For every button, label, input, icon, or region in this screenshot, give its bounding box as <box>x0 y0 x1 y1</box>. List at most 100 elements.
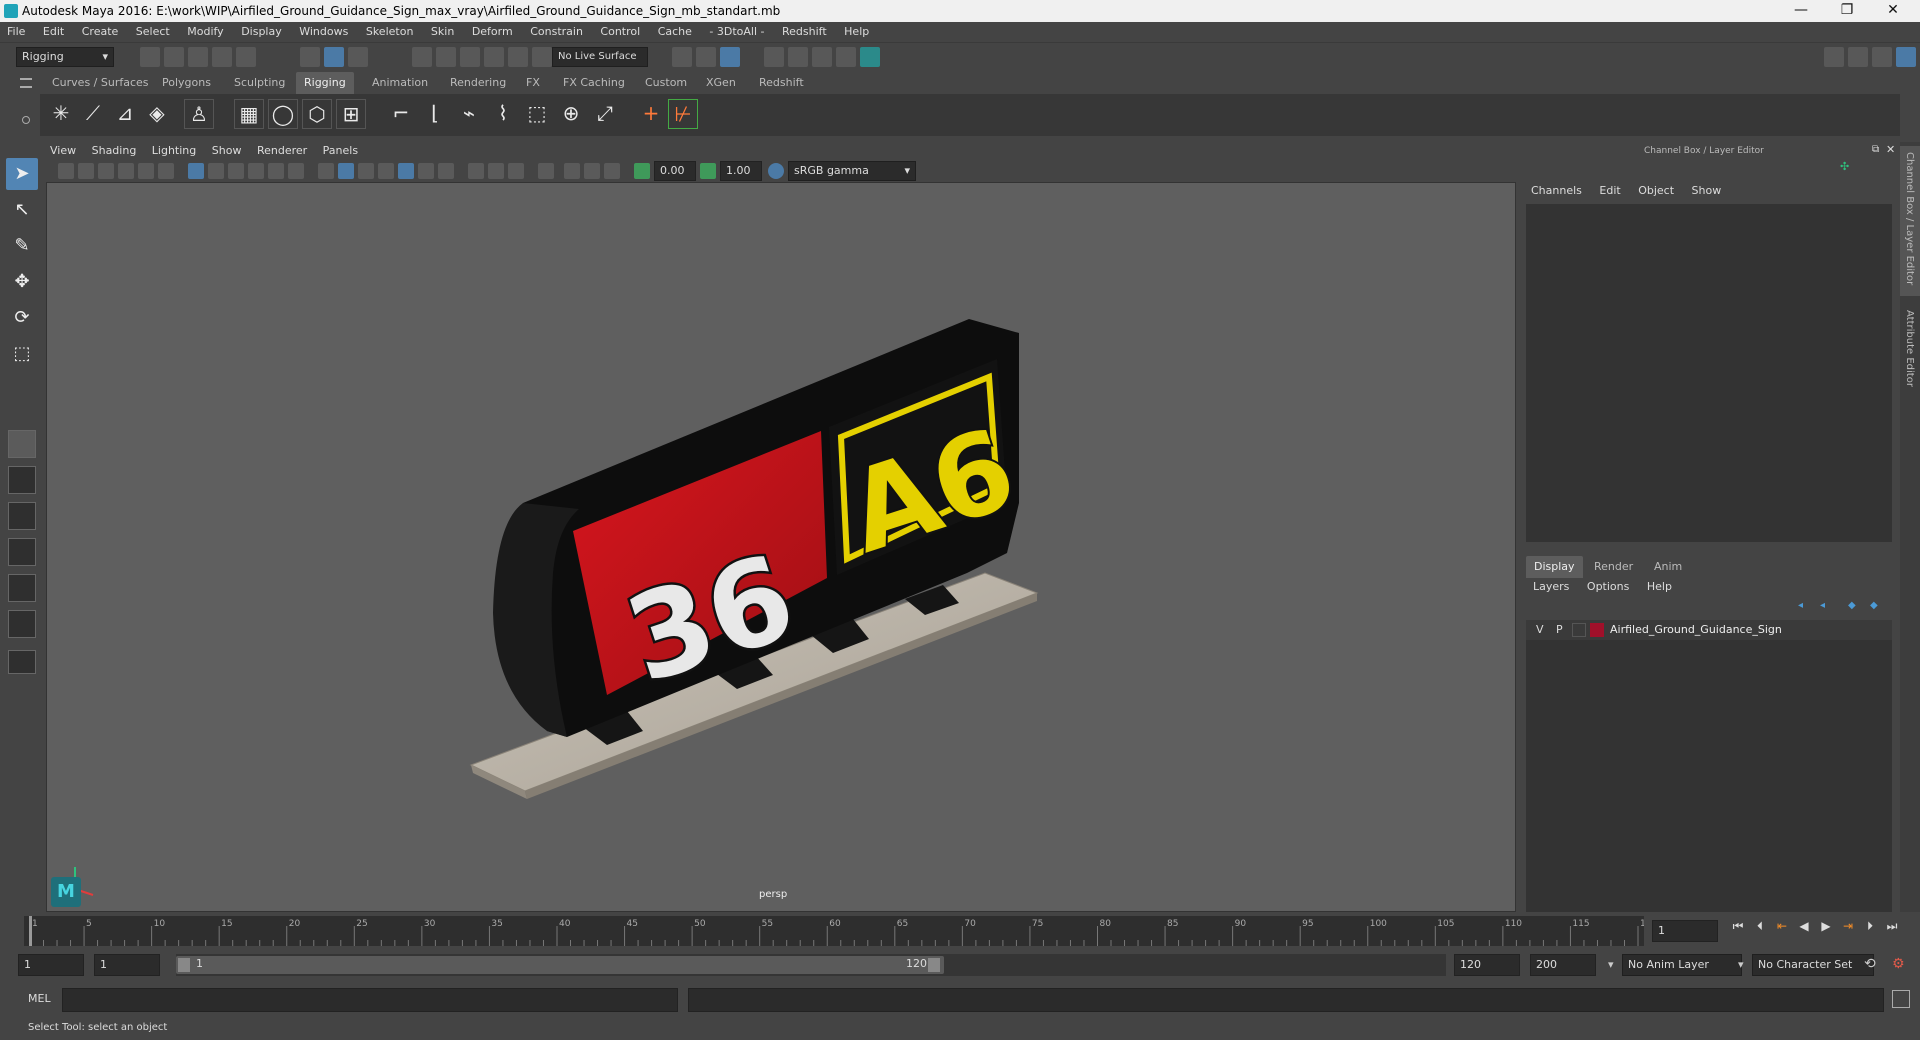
two-view-layout-icon[interactable] <box>8 502 36 530</box>
layer-color-swatch[interactable] <box>1590 623 1604 637</box>
field-chart-icon[interactable] <box>268 163 284 179</box>
grid-icon[interactable] <box>188 163 204 179</box>
tab-fx-caching[interactable]: FX Caching <box>555 72 633 94</box>
workspace-icon[interactable] <box>1824 47 1844 67</box>
resolution-gate-icon[interactable] <box>228 163 244 179</box>
menu-cache[interactable]: Cache <box>651 22 699 42</box>
gamma-field[interactable]: 1.00 <box>720 161 762 181</box>
lattice-icon[interactable]: ⬡ <box>302 99 332 129</box>
snap-surface-icon[interactable] <box>508 47 528 67</box>
tab-custom[interactable]: Custom <box>637 72 695 94</box>
move-layer-up-icon[interactable]: ◂ <box>1798 600 1812 612</box>
textured-icon[interactable] <box>378 163 394 179</box>
menu-control[interactable]: Control <box>593 22 647 42</box>
hypershade-icon[interactable] <box>860 47 880 67</box>
character-set-dropdown[interactable]: No Character Set <box>1752 954 1874 976</box>
camera-select-icon[interactable] <box>58 163 74 179</box>
side-tab-attribute-editor[interactable]: Attribute Editor <box>1900 304 1920 414</box>
menu-help[interactable]: Help <box>837 22 876 42</box>
menu-modify[interactable]: Modify <box>180 22 230 42</box>
2d-pan-zoom-icon[interactable] <box>138 163 154 179</box>
tab-fx[interactable]: FX <box>518 72 548 94</box>
menu-edit[interactable]: Edit <box>36 22 71 42</box>
grease-pencil-icon[interactable] <box>158 163 174 179</box>
ipr-render-icon[interactable] <box>812 47 832 67</box>
range-slider[interactable]: 1 120 <box>176 954 1446 976</box>
command-input[interactable] <box>62 988 678 1012</box>
undo-icon[interactable] <box>212 47 232 67</box>
wireframe-icon[interactable] <box>318 163 334 179</box>
anim-layer-dropdown[interactable]: No Anim Layer <box>1622 954 1742 976</box>
aim-constraint-icon[interactable]: ⊕ <box>556 99 586 129</box>
render-view-icon[interactable] <box>764 47 784 67</box>
locator-icon[interactable]: + <box>636 99 666 129</box>
paint-select-tool-icon[interactable]: ✎ <box>6 230 38 262</box>
snap-view-plane-icon[interactable] <box>484 47 504 67</box>
camera-attributes-icon[interactable] <box>78 163 94 179</box>
viewport-menu-panels[interactable]: Panels <box>317 142 364 160</box>
persp-outliner-layout-icon[interactable] <box>8 538 36 566</box>
select-tool-icon[interactable]: ➤ <box>6 158 38 190</box>
channel-box-toggle-icon[interactable] <box>1896 47 1916 67</box>
depth-of-field-icon[interactable] <box>508 163 524 179</box>
chevron-down-icon[interactable]: ▾ <box>1738 958 1744 971</box>
channel-list[interactable] <box>1526 204 1892 542</box>
animation-preferences-icon[interactable]: ⚙ <box>1892 956 1910 974</box>
menu-windows[interactable]: Windows <box>292 22 355 42</box>
motion-blur-icon[interactable] <box>468 163 484 179</box>
manipulator-icon[interactable]: ✣ <box>1840 160 1852 173</box>
scale-constraint-icon[interactable]: ⬚ <box>522 99 552 129</box>
go-to-start-icon[interactable]: ⏮ <box>1730 919 1746 933</box>
tab-polygons[interactable]: Polygons <box>154 72 219 94</box>
safe-action-icon[interactable] <box>288 163 304 179</box>
menu-display[interactable]: Display <box>234 22 289 42</box>
ik-spline-icon[interactable]: ⊿ <box>110 99 140 129</box>
wireframe-on-shaded-icon[interactable] <box>358 163 374 179</box>
select-hierarchy-icon[interactable] <box>300 47 320 67</box>
range-end-grip[interactable] <box>928 958 940 972</box>
side-tab-channel-box[interactable]: Channel Box / Layer Editor <box>1900 146 1920 296</box>
move-tool-icon[interactable]: ✥ <box>6 266 38 298</box>
ambient-occlusion-icon[interactable] <box>438 163 454 179</box>
snap-pivot-icon[interactable] <box>532 47 552 67</box>
attribute-editor-toggle-icon[interactable] <box>1872 47 1892 67</box>
open-scene-icon[interactable] <box>164 47 184 67</box>
restore-button[interactable]: ❐ <box>1824 0 1870 22</box>
options-menu[interactable]: Options <box>1580 578 1636 596</box>
range-slider-handle[interactable]: 1 120 <box>176 956 944 974</box>
play-forwards-icon[interactable]: ▶ <box>1818 919 1834 933</box>
gamma-icon[interactable] <box>700 163 716 179</box>
play-backwards-icon[interactable]: ◀ <box>1796 919 1812 933</box>
layer-row[interactable]: V P Airfiled_Ground_Guidance_Sign <box>1526 620 1892 640</box>
joint-tool-icon[interactable]: ✳ <box>46 99 76 129</box>
menu-file[interactable]: File <box>0 22 32 42</box>
bind-skin-icon[interactable]: ▦ <box>234 99 264 129</box>
select-object-icon[interactable] <box>324 47 344 67</box>
image-plane-icon[interactable] <box>118 163 134 179</box>
snap-grid-icon[interactable] <box>412 47 432 67</box>
persp-graph-layout-icon[interactable] <box>8 574 36 602</box>
help-menu[interactable]: Help <box>1640 578 1679 596</box>
viewport-menu-lighting[interactable]: Lighting <box>146 142 202 160</box>
float-panel-icon[interactable]: ⧉ <box>1872 144 1879 155</box>
auto-key-icon[interactable]: ⟲ <box>1864 956 1882 974</box>
layer-name[interactable]: Airfiled_Ground_Guidance_Sign <box>1610 623 1782 636</box>
construction-history-icon[interactable] <box>720 47 740 67</box>
redo-icon[interactable] <box>236 47 256 67</box>
current-frame-field[interactable]: 1 <box>1652 920 1718 942</box>
viewport-menu-view[interactable]: View <box>44 142 82 160</box>
anti-aliasing-icon[interactable] <box>488 163 504 179</box>
parent-constraint-icon[interactable]: ⌊ <box>420 99 450 129</box>
tab-animation[interactable]: Animation <box>364 72 436 94</box>
layer-visibility-toggle[interactable]: V <box>1536 623 1544 636</box>
scale-tool-icon[interactable]: ⬚ <box>6 338 38 370</box>
gate-mask-icon[interactable] <box>248 163 264 179</box>
menu-skin[interactable]: Skin <box>424 22 461 42</box>
animation-start-field[interactable]: 1 <box>18 954 84 976</box>
xray-components-icon[interactable] <box>604 163 620 179</box>
paint-weights-icon[interactable]: ⌐ <box>386 99 416 129</box>
step-back-frame-icon[interactable]: ⏴ <box>1752 919 1768 933</box>
orient-constraint-icon[interactable]: ⌇ <box>488 99 518 129</box>
shelf-menu-icon[interactable] <box>20 78 32 88</box>
pole-vector-icon[interactable]: ⤢ <box>590 99 620 129</box>
